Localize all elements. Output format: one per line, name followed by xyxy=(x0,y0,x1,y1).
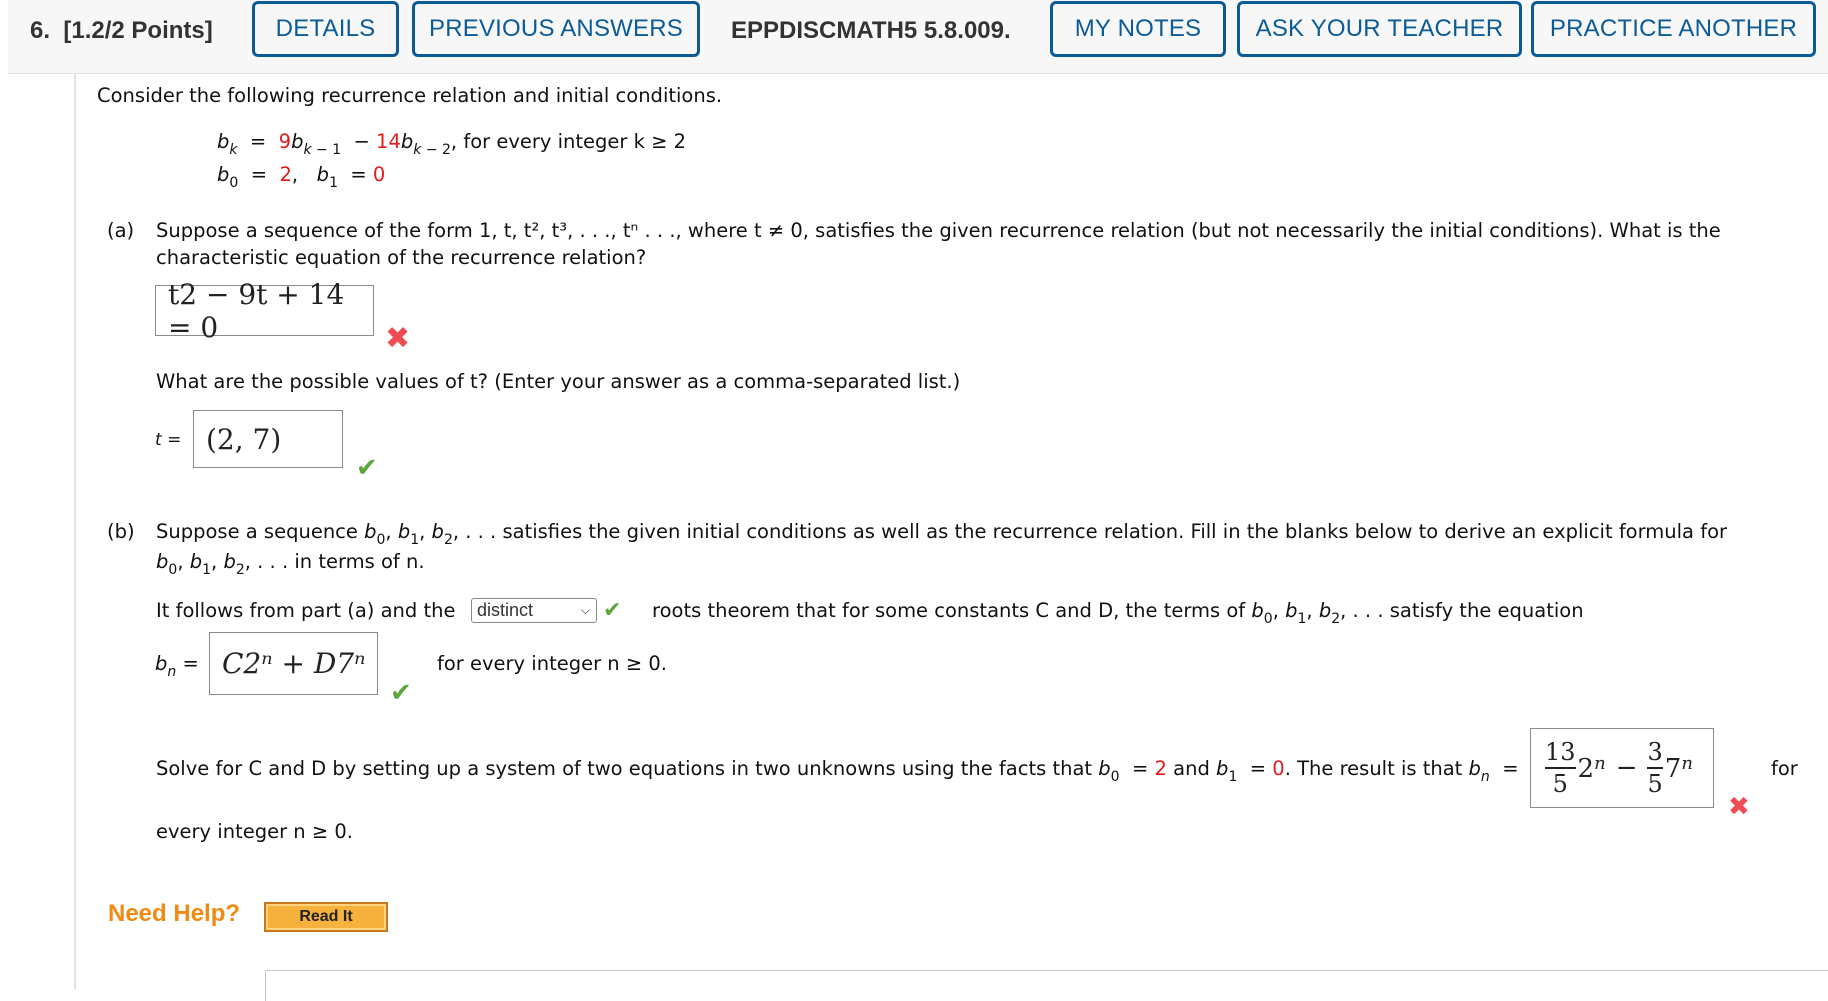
bottom-panel xyxy=(265,970,1828,1001)
part-a-question-line2: characteristic equation of the recurrenc… xyxy=(156,246,647,269)
need-help-label: Need Help? xyxy=(108,900,241,927)
part-b-label: (b) xyxy=(107,520,135,543)
part-a-label: (a) xyxy=(107,219,135,242)
part-a-question-line1: Suppose a sequence of the form 1, t, t²,… xyxy=(156,219,1721,242)
follows-prefix: It follows from part (a) and the xyxy=(156,599,456,622)
solve-text: Solve for C and D by setting up a system… xyxy=(156,757,1519,785)
characteristic-equation-answer[interactable]: t2 − 9t + 14 = 0 xyxy=(155,278,374,344)
for-text: for xyxy=(1771,757,1798,780)
incorrect-x-icon: ✖ xyxy=(385,321,411,356)
intro-text: Consider the following recurrence relati… xyxy=(97,84,723,107)
bn-suffix: for every integer n ≥ 0. xyxy=(437,652,668,675)
details-button[interactable]: DETAILS xyxy=(252,1,399,57)
my-notes-button[interactable]: MY NOTES xyxy=(1050,1,1226,57)
bn-label: bn = xyxy=(155,652,199,680)
recurrence-relation: bk = 9bk − 1 − 14bk − 2, for every integ… xyxy=(217,130,687,158)
follows-suffix: roots theorem that for some constants C … xyxy=(652,599,1584,627)
correct-check-icon: ✔ xyxy=(390,678,412,708)
question-points: 6. [1.2/2 Points] xyxy=(30,17,213,44)
read-it-button[interactable]: Read It xyxy=(264,902,388,932)
t-label: t = xyxy=(155,430,182,450)
previous-answers-button[interactable]: PREVIOUS ANSWERS xyxy=(412,1,700,57)
correct-check-icon: ✔ xyxy=(603,598,622,623)
chevron-down-icon: ⌵ xyxy=(580,603,590,617)
every-integer-text: every integer n ≥ 0. xyxy=(156,820,353,843)
bn-explicit-answer[interactable]: 13 5 2n − 35 7n xyxy=(1530,728,1714,808)
t-values-answer[interactable]: (2, 7) xyxy=(193,410,343,468)
part-b-line2: b0, b1, b2, . . . in terms of n. xyxy=(156,550,425,578)
question-id: EPPDISCMATH5 5.8.009. xyxy=(731,17,1011,44)
left-divider xyxy=(74,74,76,989)
part-a-question2: What are the possible values of t? (Ente… xyxy=(156,370,961,393)
correct-check-icon: ✔ xyxy=(356,453,378,483)
practice-another-button[interactable]: PRACTICE ANOTHER xyxy=(1531,1,1816,57)
roots-type-select[interactable]: distinct ⌵ xyxy=(471,598,597,623)
part-b-line1: Suppose a sequence b0, b1, b2, . . . sat… xyxy=(156,520,1728,548)
ask-teacher-button[interactable]: ASK YOUR TEACHER xyxy=(1237,1,1522,57)
initial-conditions: b0 = 2, b1 = 0 xyxy=(217,163,386,191)
bn-general-answer[interactable]: C2ⁿ + D7ⁿ xyxy=(209,632,378,695)
incorrect-x-icon: ✖ xyxy=(1728,792,1750,822)
